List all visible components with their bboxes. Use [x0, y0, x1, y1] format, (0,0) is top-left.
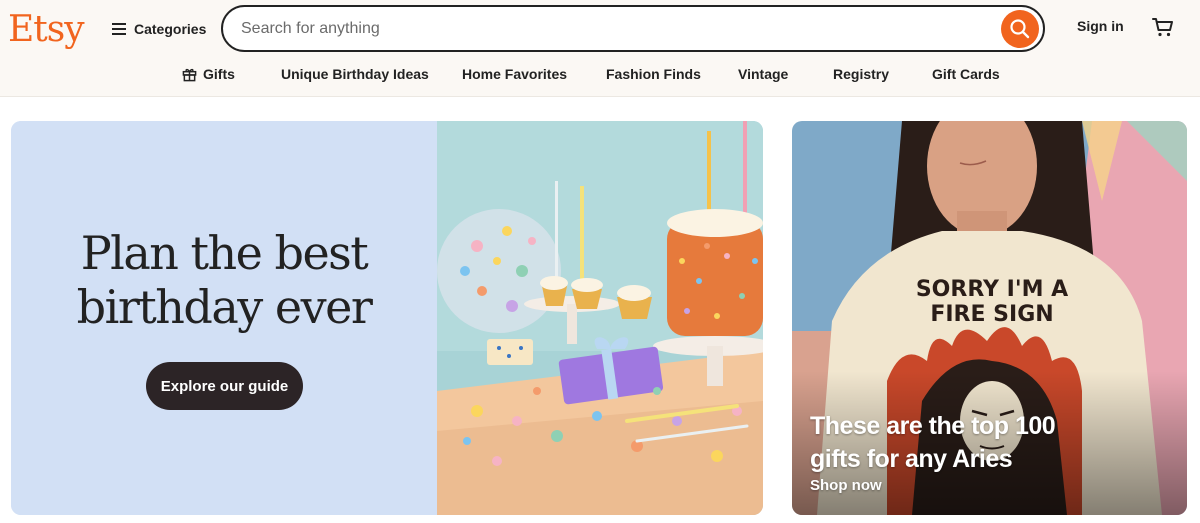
cart-icon [1152, 18, 1173, 37]
category-nav: Gifts Unique Birthday Ideas Home Favorit… [0, 62, 1200, 86]
nav-item-gift-cards[interactable]: Gift Cards [932, 62, 1000, 86]
hero-banner[interactable]: Plan the best birthday ever Explore our … [11, 121, 763, 515]
search-bar [221, 5, 1045, 52]
nav-item-gifts[interactable]: Gifts [182, 62, 235, 86]
etsy-logo[interactable]: Etsy [8, 8, 85, 52]
nav-item-label: Gifts [203, 66, 235, 82]
nav-item-vintage[interactable]: Vintage [738, 62, 788, 86]
shirt-text-line-1: SORRY I'M A [916, 277, 1068, 302]
birthday-party-image [437, 121, 763, 515]
nav-item-home-favorites[interactable]: Home Favorites [462, 62, 567, 86]
categories-button[interactable]: Categories [112, 17, 206, 41]
promo-headline-line-1: These are the top 100 [810, 412, 1056, 440]
search-icon [1010, 19, 1030, 39]
gift-icon [182, 68, 197, 81]
aries-promo-card[interactable]: SORRY I'M A FIRE SIGN These are the top … [792, 121, 1187, 515]
hero-title: Plan the best birthday ever [11, 226, 437, 334]
hero-text-panel: Plan the best birthday ever Explore our … [11, 121, 437, 515]
shirt-text-line-2: FIRE SIGN [930, 302, 1053, 327]
menu-icon [112, 23, 126, 35]
hero-title-line-1: Plan the best [80, 226, 369, 280]
search-button[interactable] [1001, 10, 1039, 48]
search-input[interactable] [241, 17, 981, 41]
cart-button[interactable] [1151, 15, 1175, 44]
sign-in-link[interactable]: Sign in [1077, 18, 1124, 34]
nav-item-unique-birthday-ideas[interactable]: Unique Birthday Ideas [281, 62, 429, 86]
categories-label: Categories [134, 21, 207, 37]
hero-title-line-2: birthday ever [76, 280, 373, 334]
promo-headline-line-2: gifts for any Aries [810, 445, 1013, 473]
shop-now-link[interactable]: Shop now [810, 477, 882, 494]
site-header: Etsy Categories Sign in [0, 0, 1200, 97]
nav-item-fashion-finds[interactable]: Fashion Finds [606, 62, 701, 86]
nav-item-registry[interactable]: Registry [833, 62, 889, 86]
promo-headline: These are the top 100 gifts for any Arie… [810, 410, 1110, 476]
explore-guide-button[interactable]: Explore our guide [146, 362, 303, 410]
